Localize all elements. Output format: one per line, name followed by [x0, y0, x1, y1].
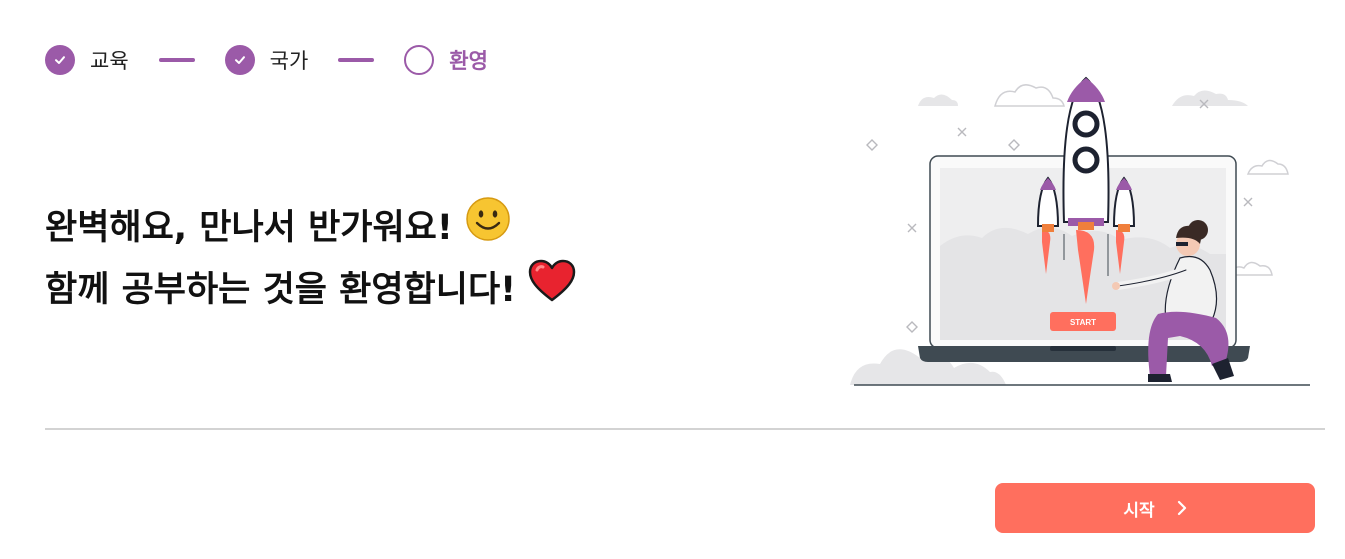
- laptop-start-label: START: [1070, 318, 1096, 327]
- step-completed-check-icon: [224, 45, 255, 75]
- step-label-welcome: 환영: [449, 49, 488, 73]
- rocket-launch-illustration: START: [850, 70, 1315, 390]
- welcome-text-1: 완벽해요, 만나서 반가워요!: [45, 207, 453, 248]
- welcome-line-1: 완벽해요, 만나서 반가워요!: [45, 196, 576, 259]
- red-heart-icon: [528, 259, 576, 320]
- step-connector: [338, 58, 375, 62]
- step-completed-check-icon: [45, 45, 75, 75]
- welcome-text-2: 함께 공부하는 것을 환영합니다!: [45, 269, 517, 310]
- smiling-face-icon: [465, 196, 511, 259]
- step-country: 국가: [224, 45, 309, 75]
- section-divider: [45, 428, 1325, 430]
- step-label-education: 교육: [90, 49, 129, 73]
- rocket: [1036, 76, 1136, 232]
- step-label-country: 국가: [269, 49, 309, 73]
- step-education: 교육: [45, 45, 129, 75]
- welcome-message: 완벽해요, 만나서 반가워요! 함께 공부하는 것을 환영합니다!: [45, 196, 576, 320]
- chevron-right-icon: [1177, 500, 1187, 516]
- step-connector: [158, 58, 195, 62]
- step-welcome: 환영: [404, 45, 488, 75]
- welcome-line-2: 함께 공부하는 것을 환영합니다!: [45, 259, 576, 320]
- progress-stepper: 교육 국가 환영: [45, 44, 488, 76]
- step-current-circle-icon: [404, 45, 435, 75]
- start-button[interactable]: 시작: [995, 483, 1315, 533]
- start-button-label: 시작: [1123, 500, 1155, 521]
